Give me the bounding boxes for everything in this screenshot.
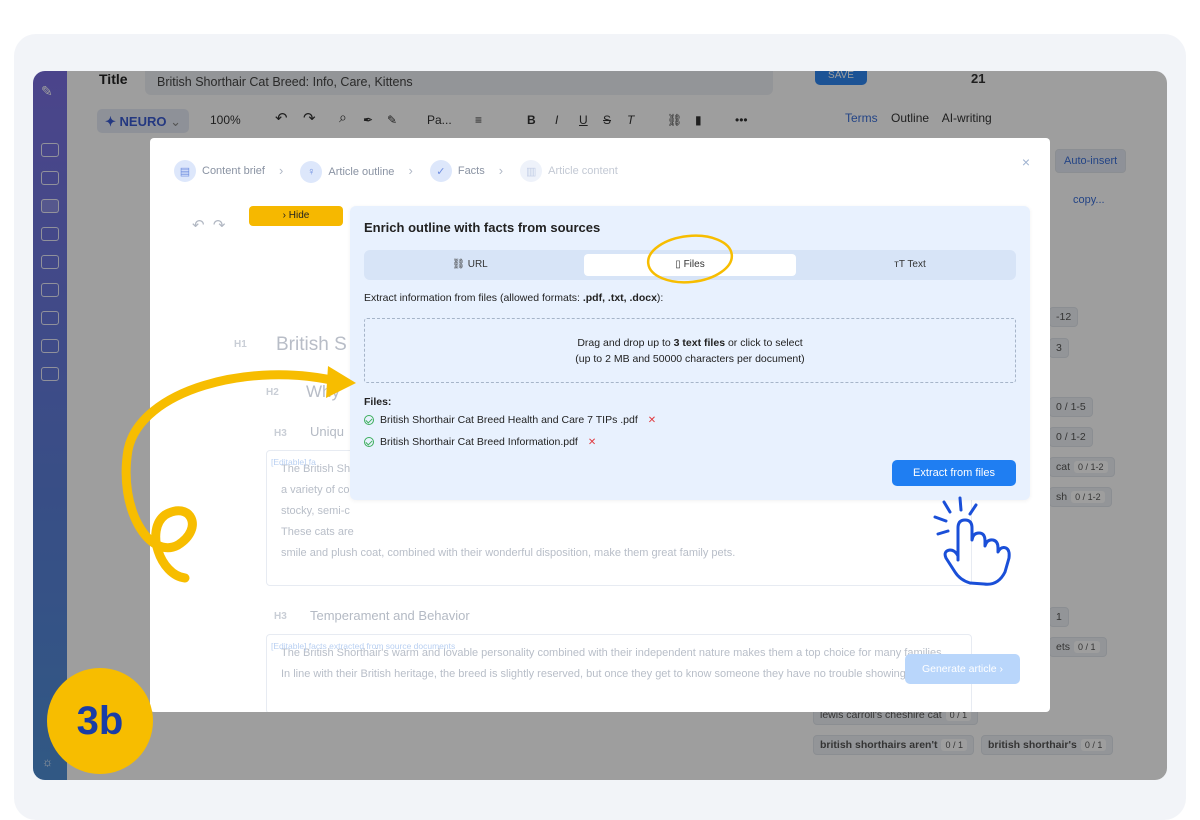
step-article-content: ▥ Article content [520, 160, 618, 182]
tab-url[interactable]: ⛓ URL [364, 254, 576, 276]
hide-button[interactable]: › Hide [249, 206, 343, 226]
document-icon: ▤ [174, 160, 196, 182]
chevron-right-icon: › [498, 162, 504, 178]
remove-file-icon[interactable]: ✕ [648, 415, 656, 426]
undo-icon[interactable]: ↶ ↷ [192, 216, 225, 234]
step-content-brief[interactable]: ▤ Content brief [174, 160, 265, 182]
h3-heading[interactable]: Uniqu [310, 424, 344, 439]
check-icon [364, 415, 374, 425]
files-label: Files: [364, 396, 392, 408]
h2-heading[interactable]: Why [306, 382, 340, 402]
step-label: Facts [457, 165, 485, 177]
file-item: British Shorthair Cat Breed Health and C… [364, 414, 656, 426]
step-label: Content brief [202, 165, 265, 177]
facts-paragraph[interactable]: [Editable] facts extracted from source d… [266, 634, 972, 712]
chevron-right-icon: › [408, 162, 413, 178]
tab-text[interactable]: ᴛT Text [804, 254, 1016, 276]
paragraph-line: These cats are [281, 526, 354, 538]
allowed-formats: .pdf, .txt, .docx [582, 292, 657, 304]
editable-tag: [Editable] facts extracted from source d… [271, 641, 456, 651]
paragraph-line: In line with their British heritage, the… [281, 668, 906, 680]
tab-label: Files [683, 259, 705, 270]
step-label: Article outline [328, 165, 395, 178]
h3-label: H3 [274, 611, 287, 622]
wizard-steps: ▤ Content brief › ♀ Article outline › ✓ Facts… [174, 160, 632, 184]
extract-from-files-button[interactable]: Extract from files [892, 460, 1016, 486]
dropzone-line-2: (up to 2 MB and 50000 characters per doc… [575, 353, 805, 365]
step-facts[interactable]: ✓ Facts [429, 160, 485, 182]
file-item: British Shorthair Cat Breed Information.… [364, 436, 596, 448]
h1-heading[interactable]: British S [276, 334, 347, 356]
article-icon: ▥ [520, 160, 543, 182]
paragraph-line: stocky, semi-c [281, 505, 350, 517]
drop-text-bold: 3 text files [673, 337, 726, 349]
file-name: British Shorthair Cat Breed Health and C… [380, 414, 638, 426]
tab-label: Text [907, 259, 926, 270]
h1-label: H1 [234, 339, 247, 350]
chevron-right-icon: › [278, 162, 284, 178]
h3-label: H3 [274, 428, 287, 439]
extract-instructions: Extract information from files (allowed … [364, 292, 663, 304]
file-dropzone[interactable]: Drag and drop up to 3 text files or clic… [364, 318, 1016, 383]
generate-article-button[interactable]: Generate article › [905, 654, 1020, 684]
h2-label: H2 [266, 387, 279, 398]
enrich-facts-panel: Enrich outline with facts from sources ⛓… [350, 206, 1030, 500]
step-badge: 3b [47, 668, 153, 774]
paragraph-line: smile and plush coat, combined with thei… [281, 547, 736, 559]
drop-text-post: or click to select [725, 337, 803, 349]
panel-title: Enrich outline with facts from sources [364, 220, 601, 235]
h3-heading[interactable]: Temperament and Behavior [310, 608, 470, 623]
extract-suffix: ): [656, 292, 664, 304]
step-label: Article content [548, 165, 618, 177]
link-icon: ⛓ [452, 259, 465, 270]
source-tabs: ⛓ URL ▯ Files ᴛT Text [364, 250, 1016, 280]
step-article-outline[interactable]: ♀ Article outline [300, 160, 395, 183]
extract-prefix: Extract information from files (allowed … [364, 292, 583, 304]
text-icon: ᴛT [894, 259, 905, 270]
remove-file-icon[interactable]: ✕ [588, 437, 596, 448]
file-name: British Shorthair Cat Breed Information.… [380, 436, 578, 448]
check-circle-icon: ✓ [429, 160, 452, 182]
drop-text-pre: Drag and drop up to [577, 337, 674, 349]
file-icon: ▯ [675, 259, 681, 270]
tab-files[interactable]: ▯ Files [584, 254, 796, 276]
editable-tag: [Editable] fa [271, 457, 316, 467]
dropzone-line-1: Drag and drop up to 3 text files or clic… [365, 335, 1015, 351]
bulb-icon: ♀ [300, 160, 323, 183]
close-icon[interactable]: × [1022, 154, 1030, 170]
tab-label: URL [467, 259, 488, 270]
check-icon [364, 437, 374, 447]
